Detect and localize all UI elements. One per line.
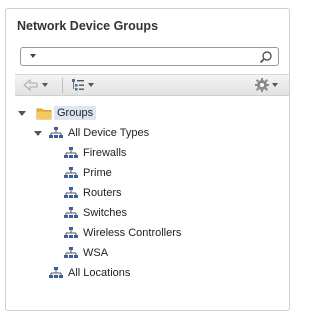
expand-groups-icon[interactable] bbox=[18, 111, 26, 116]
tree-node-wireless-controllers[interactable]: Wireless Controllers bbox=[63, 224, 181, 242]
back-dropdown-icon[interactable] bbox=[42, 83, 48, 87]
network-device-group-icon bbox=[48, 126, 64, 140]
settings-dropdown-icon[interactable] bbox=[272, 83, 278, 87]
tree-view-button[interactable] bbox=[71, 77, 94, 93]
tree-node-all-locations[interactable]: All Locations bbox=[48, 264, 130, 282]
tree-node-label: Firewalls bbox=[83, 147, 127, 159]
search-input[interactable] bbox=[41, 49, 251, 64]
folder-icon bbox=[36, 106, 52, 120]
tree-node-switches[interactable]: Switches bbox=[63, 204, 127, 222]
network-device-groups-panel: Network Device Groups Groups All Device … bbox=[5, 8, 290, 311]
network-device-group-icon bbox=[63, 186, 79, 200]
tree-node-routers[interactable]: Routers bbox=[63, 184, 122, 202]
tree-node-label: Routers bbox=[83, 187, 122, 199]
network-device-group-icon bbox=[63, 146, 79, 160]
network-device-group-icon bbox=[63, 246, 79, 260]
settings-button[interactable] bbox=[253, 77, 278, 93]
back-button[interactable] bbox=[23, 77, 48, 93]
gear-icon bbox=[253, 77, 271, 93]
tree-node-prime[interactable]: Prime bbox=[63, 164, 112, 182]
tree-node-label: WSA bbox=[83, 247, 109, 259]
search-filter-dropdown-icon[interactable] bbox=[30, 54, 36, 58]
tree-node-firewalls[interactable]: Firewalls bbox=[63, 144, 126, 162]
back-arrow-icon bbox=[23, 78, 39, 92]
panel-title: Network Device Groups bbox=[17, 19, 159, 33]
tree-node-label: Prime bbox=[83, 167, 112, 179]
tree-node-label: All Locations bbox=[68, 267, 131, 279]
tree-toolbar bbox=[15, 74, 289, 96]
tree-node-all-device-types[interactable]: All Device Types bbox=[48, 124, 149, 142]
tree-node-label: All Device Types bbox=[68, 127, 150, 139]
search-icon[interactable] bbox=[259, 50, 273, 64]
search-row bbox=[20, 47, 279, 66]
toolbar-divider bbox=[62, 78, 63, 93]
search-field[interactable] bbox=[20, 47, 279, 66]
network-device-group-icon bbox=[63, 206, 79, 220]
tree-node-groups[interactable]: Groups bbox=[36, 104, 97, 122]
tree-list-icon bbox=[71, 78, 85, 92]
tree-node-label: Groups bbox=[54, 106, 97, 120]
network-device-group-icon bbox=[48, 266, 64, 280]
tree-node-label: Wireless Controllers bbox=[83, 227, 182, 239]
network-device-group-icon bbox=[63, 226, 79, 240]
tree-node-wsa[interactable]: WSA bbox=[63, 244, 108, 262]
expand-all-device-types-icon[interactable] bbox=[34, 131, 42, 136]
tree-view-dropdown-icon[interactable] bbox=[88, 83, 94, 87]
tree-node-label: Switches bbox=[83, 207, 128, 219]
network-device-group-icon bbox=[63, 166, 79, 180]
